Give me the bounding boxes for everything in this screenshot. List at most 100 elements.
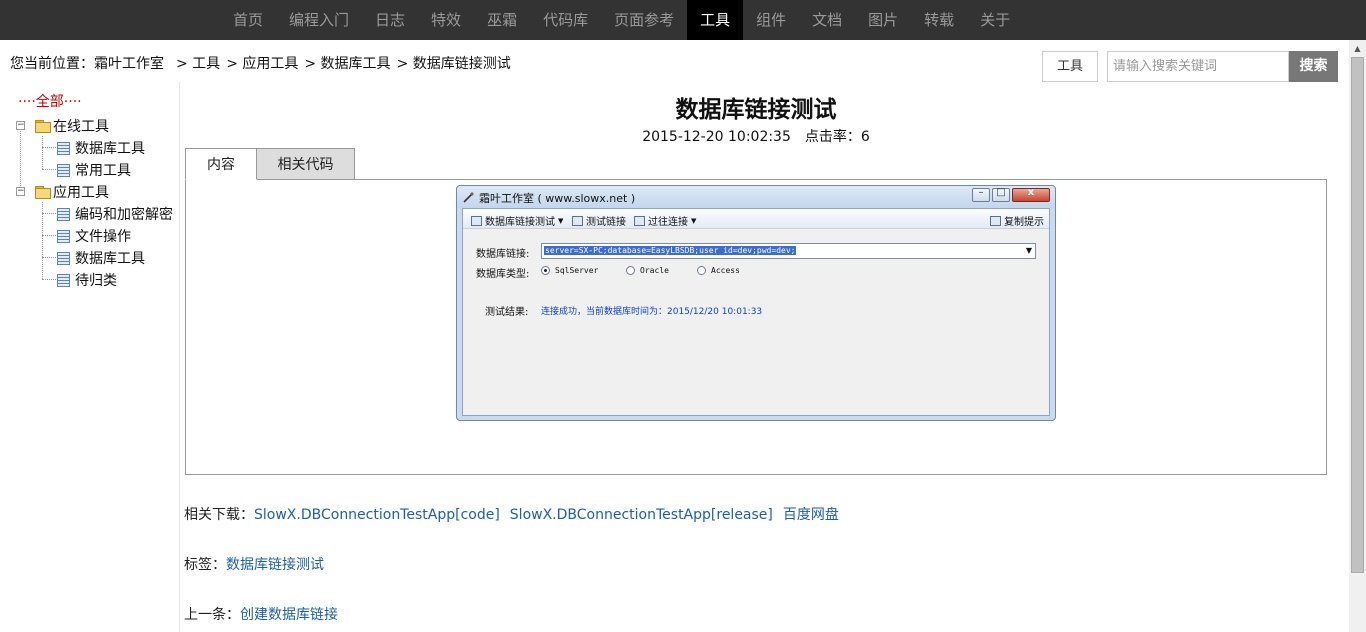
tree-connector xyxy=(42,279,56,280)
page-icon xyxy=(57,207,70,221)
download-release-link[interactable]: SlowX.DBConnectionTestApp[release] xyxy=(510,507,773,523)
link-icon xyxy=(572,215,583,226)
nav-item-effects[interactable]: 特效 xyxy=(418,0,474,40)
nav-item-programming-intro[interactable]: 编程入门 xyxy=(276,0,362,40)
downloads-line: 相关下载：SlowX.DBConnectionTestApp[code] Slow… xyxy=(184,504,839,524)
tree-item-label: 待归类 xyxy=(75,273,117,289)
app-titlebar: 霜叶工作室 ( www.slowx.net ) – □ x xyxy=(457,186,1055,208)
prev-label: 上一条： xyxy=(184,607,240,623)
scroll-up-icon[interactable]: ▲ xyxy=(1349,40,1366,57)
folder-icon xyxy=(35,120,51,133)
nav-items: 首页 编程入门 日志 特效 巫霜 代码库 页面参考 工具 组件 文档 图片 转载… xyxy=(220,0,1023,40)
page-icon xyxy=(57,273,70,287)
db-test-label: 数据库链接测试 xyxy=(485,217,555,228)
nav-item-tools[interactable]: 工具 xyxy=(687,0,744,40)
tree-item-label: 数据库工具 xyxy=(75,141,145,157)
page-title: 数据库链接测试 xyxy=(675,97,837,123)
tree-group-online-tools[interactable]: 在线工具 xyxy=(35,116,109,136)
downloads-label: 相关下载： xyxy=(184,507,254,523)
search-scope-button[interactable]: 工具 xyxy=(1042,51,1098,82)
filter-link-menu: 过往连接 ▼ xyxy=(634,213,696,228)
tree-item-label: 编码和加密解密 xyxy=(75,207,173,223)
tree-item-uncategorized[interactable]: 待归类 xyxy=(57,270,117,290)
page-icon xyxy=(57,141,70,155)
nav-item-home[interactable]: 首页 xyxy=(220,0,276,40)
breadcrumb-current[interactable]: > 数据库链接测试 xyxy=(397,56,511,72)
nav-item-components[interactable]: 组件 xyxy=(743,0,799,40)
radio-label: Oracle xyxy=(640,266,669,275)
maximize-icon: □ xyxy=(996,187,1006,198)
minimize-button: – xyxy=(972,187,990,202)
close-button: x xyxy=(1012,187,1050,202)
nav-item-page-reference[interactable]: 页面参考 xyxy=(601,0,687,40)
close-icon: x xyxy=(1027,187,1035,198)
filter-link-label: 过往连接 xyxy=(648,217,688,228)
tree-item-label: 常用工具 xyxy=(75,163,131,179)
page-scrollbar[interactable]: ▲ xyxy=(1349,40,1366,632)
page-icon xyxy=(57,163,70,177)
tree-item-encoding[interactable]: 编码和加密解密 xyxy=(57,204,173,224)
tab-content[interactable]: 内容 xyxy=(185,148,257,180)
article-meta: 2015-12-20 10:02:35 点击率：6 xyxy=(185,126,1327,146)
radio-unchecked-icon xyxy=(626,266,635,275)
breadcrumb-db-tools[interactable]: > 数据库工具 xyxy=(304,56,390,72)
tree-item-online-db-tools[interactable]: 数据库工具 xyxy=(57,138,145,158)
nav-item-images[interactable]: 图片 xyxy=(855,0,911,40)
history-icon xyxy=(634,215,645,226)
breadcrumb-app-tools[interactable]: > 应用工具 xyxy=(226,56,298,72)
article-date: 2015-12-20 10:02:35 xyxy=(642,129,791,145)
breadcrumb-tools[interactable]: > 工具 xyxy=(176,56,220,72)
dropdown-caret-icon: ▼ xyxy=(691,216,697,225)
tag-link[interactable]: 数据库链接测试 xyxy=(226,557,324,573)
tags-label: 标签： xyxy=(184,557,226,573)
test-link-label: 测试链接 xyxy=(586,217,626,228)
nav-item-code-library[interactable]: 代码库 xyxy=(530,0,601,40)
test-result-text: 连接成功，当前数据库时间为：2015/12/20 10:01:33 xyxy=(541,307,763,317)
copy-tip-label: 复制提示 xyxy=(1004,217,1044,228)
nav-item-docs[interactable]: 文档 xyxy=(799,0,855,40)
collapse-toggle-app-tools[interactable]: − xyxy=(16,187,25,196)
search-input[interactable] xyxy=(1107,51,1289,82)
wand-icon xyxy=(463,192,474,203)
tree-item-common-tools[interactable]: 常用工具 xyxy=(57,160,131,180)
tree-group-label: 在线工具 xyxy=(53,119,109,135)
collapse-toggle-online-tools[interactable]: − xyxy=(16,121,25,130)
radio-checked-icon xyxy=(541,266,550,275)
radio-access: Access xyxy=(697,266,740,275)
radio-sqlserver: SqlServer xyxy=(541,266,598,275)
conn-label: 数据库链接: xyxy=(476,249,530,260)
tree-item-file-ops[interactable]: 文件操作 xyxy=(57,226,131,246)
nav-item-about[interactable]: 关于 xyxy=(967,0,1023,40)
test-link-button: 测试链接 xyxy=(572,213,626,228)
nav-item-blog[interactable]: 日志 xyxy=(362,0,418,40)
tree-connector xyxy=(42,169,56,170)
app-screenshot: 霜叶工作室 ( www.slowx.net ) – □ x 数据库链接测试 ▼ … xyxy=(456,185,1056,421)
dropdown-caret-icon: ▼ xyxy=(1025,246,1032,255)
search-button[interactable]: 搜索 xyxy=(1289,51,1338,82)
nav-item-reposts[interactable]: 转载 xyxy=(911,0,967,40)
result-label: 测试结果: xyxy=(485,307,529,318)
article-hits: 点击率：6 xyxy=(804,129,870,145)
tree-group-label: 应用工具 xyxy=(53,185,109,201)
maximize-button: □ xyxy=(992,187,1010,202)
prev-article-link[interactable]: 创建数据库链接 xyxy=(240,607,338,623)
top-nav: 首页 编程入门 日志 特效 巫霜 代码库 页面参考 工具 组件 文档 图片 转载… xyxy=(0,0,1366,40)
tree-item-label: 数据库工具 xyxy=(75,251,145,267)
tree-group-app-tools[interactable]: 应用工具 xyxy=(35,182,109,202)
tree-item-app-db-tools[interactable]: 数据库工具 xyxy=(57,248,145,268)
tree-all-link[interactable]: ····全部···· xyxy=(18,91,82,111)
breadcrumb: 您当前位置：霜叶工作室 > 工具 > 应用工具 > 数据库工具 > 数据库链接测试 xyxy=(10,53,517,73)
radio-label: SqlServer xyxy=(555,266,599,275)
nav-item-wushuang[interactable]: 巫霜 xyxy=(474,0,530,40)
scroll-thumb[interactable] xyxy=(1351,57,1364,573)
folder-icon xyxy=(35,186,51,199)
app-toolbar: 数据库链接测试 ▼ 测试链接 过往连接 ▼ 复制提示 xyxy=(463,209,1049,229)
prev-line: 上一条：创建数据库链接 xyxy=(184,604,338,624)
download-code-link[interactable]: SlowX.DBConnectionTestApp[code] xyxy=(254,507,500,523)
tab-related-code[interactable]: 相关代码 xyxy=(256,148,355,180)
breadcrumb-site[interactable]: 霜叶工作室 xyxy=(94,56,164,72)
app-title: 霜叶工作室 ( www.slowx.net ) xyxy=(479,192,636,205)
download-baidu-link[interactable]: 百度网盘 xyxy=(783,507,839,523)
conn-string-combo: server=SX-PC;database=EasyLBSDB;user id=… xyxy=(541,243,1036,259)
page-icon xyxy=(57,229,70,243)
